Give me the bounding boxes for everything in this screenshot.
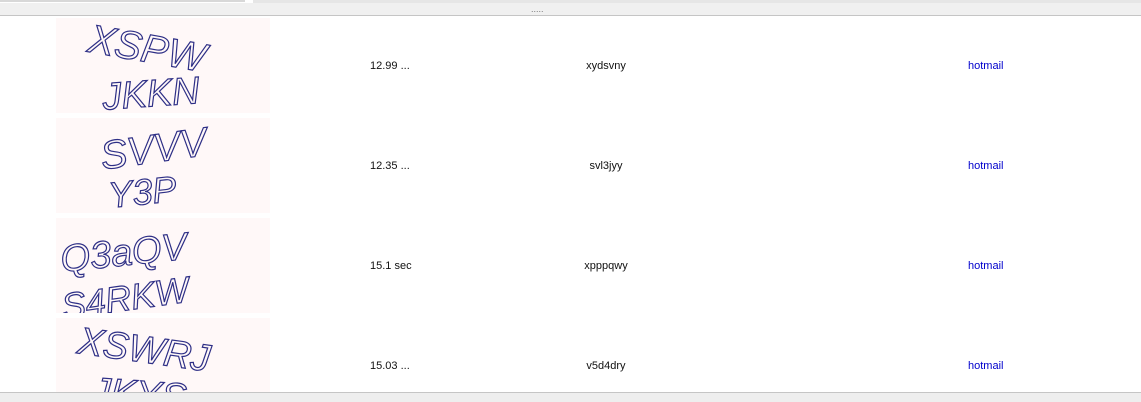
captcha-answer: svl3jyy bbox=[589, 160, 623, 172]
table-row[interactable]: XSPW JKKN 12.99 ... xydsvny hotmail bbox=[0, 16, 1141, 116]
service-link[interactable]: hotmail bbox=[968, 216, 1003, 316]
service-link[interactable]: hotmail bbox=[968, 116, 1003, 216]
solve-time: 12.99 ... bbox=[370, 60, 410, 72]
captcha-svg: Q3aQV S4RKW bbox=[58, 225, 195, 313]
captcha-svg: XSWRJ JKYS bbox=[74, 320, 215, 392]
captcha-svg: SVVV Y3P bbox=[97, 119, 213, 213]
captcha-image: Q3aQV S4RKW bbox=[56, 218, 270, 313]
captcha-answer: xydsvny bbox=[586, 60, 626, 72]
captcha-answer: v5d4dry bbox=[586, 360, 626, 372]
captcha-answer: xpppqwy bbox=[584, 260, 628, 272]
service-link[interactable]: hotmail bbox=[968, 16, 1003, 116]
solve-time: 15.1 sec bbox=[370, 260, 412, 272]
table-row[interactable]: XSWRJ JKYS 15.03 ... v5d4dry hotmail bbox=[0, 316, 1141, 392]
captcha-svg: XSPW JKKN bbox=[83, 18, 212, 113]
splitter-grip-icon[interactable]: ..... bbox=[531, 5, 544, 14]
captcha-image: XSWRJ JKYS bbox=[56, 318, 270, 392]
pane-splitter[interactable]: ..... bbox=[0, 3, 1141, 16]
captcha-line-2: Y3P bbox=[106, 168, 178, 213]
table-row[interactable]: SVVV Y3P 12.35 ... svl3jyy hotmail bbox=[0, 116, 1141, 216]
table-row[interactable]: Q3aQV S4RKW 15.1 sec xpppqwy hotmail bbox=[0, 216, 1141, 316]
captcha-image: XSPW JKKN bbox=[56, 18, 270, 113]
captcha-line-2: JKKN bbox=[100, 70, 201, 113]
solve-time: 12.35 ... bbox=[370, 160, 410, 172]
top-tab-left bbox=[0, 0, 245, 2]
solve-time: 15.03 ... bbox=[370, 360, 410, 372]
captcha-image: SVVV Y3P bbox=[56, 118, 270, 213]
captcha-list: XSPW JKKN 12.99 ... xydsvny hotmail SVVV… bbox=[0, 16, 1141, 392]
service-link[interactable]: hotmail bbox=[968, 316, 1003, 392]
